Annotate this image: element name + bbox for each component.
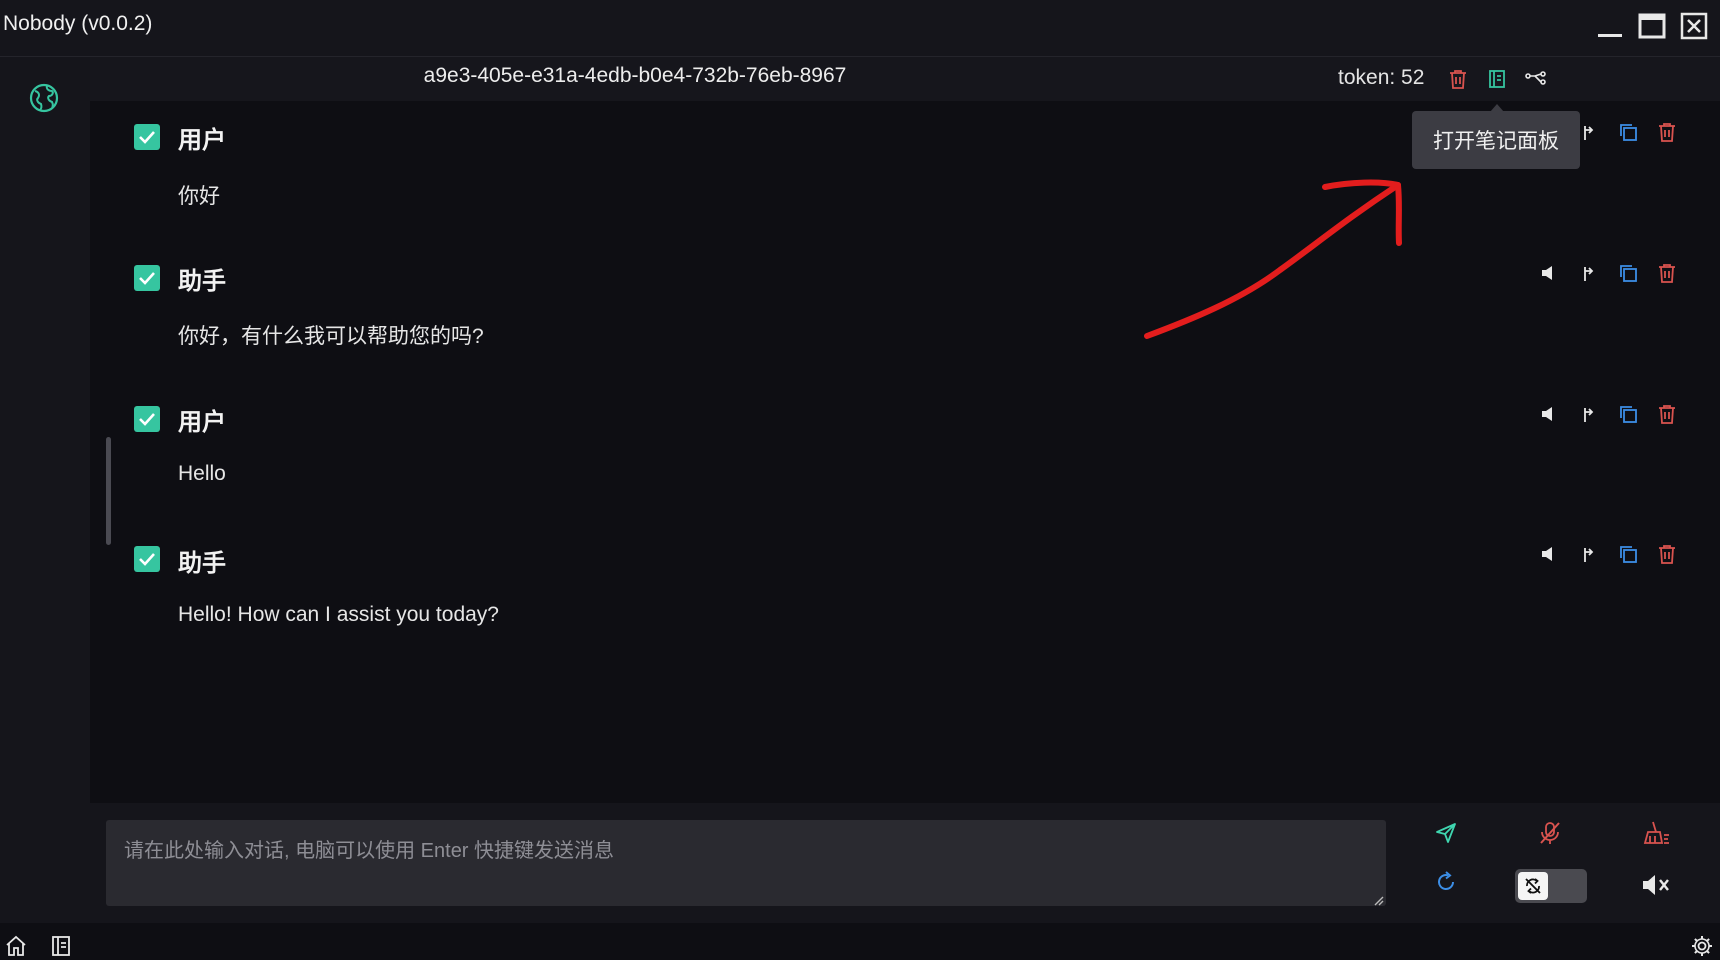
globe-icon: [29, 83, 59, 113]
sidebar: [0, 57, 90, 923]
message-role: 用户: [178, 409, 226, 436]
speak-message-button[interactable]: [1535, 260, 1561, 286]
refresh-icon: [1438, 871, 1454, 890]
send-icon: [1436, 823, 1456, 843]
delete-message-button[interactable]: [1654, 541, 1680, 567]
speaker-icon: [1542, 266, 1552, 280]
delete-message-button[interactable]: [1654, 260, 1680, 286]
check-icon: [139, 413, 155, 426]
toggle-knob[interactable]: [1518, 872, 1548, 900]
mute-button[interactable]: [1638, 867, 1674, 903]
message-content: 你好，有什么我可以帮助您的吗?: [178, 325, 484, 348]
tooltip: 打开笔记面板: [1412, 111, 1580, 169]
resize-grip-icon[interactable]: [1372, 894, 1384, 906]
fork-icon: [1584, 548, 1594, 562]
trash-icon: [1659, 123, 1675, 142]
copy-message-button[interactable]: [1615, 119, 1641, 145]
trash-icon: [1659, 405, 1675, 424]
copy-message-button[interactable]: [1615, 541, 1641, 567]
open-notes-button[interactable]: [1485, 67, 1509, 91]
trash-icon: [1659, 545, 1675, 564]
copy-message-button[interactable]: [1615, 401, 1641, 427]
copy-icon: [1620, 406, 1637, 423]
message-select-checkbox[interactable]: [134, 546, 160, 572]
share-icon: [1525, 71, 1546, 85]
check-icon: [139, 272, 155, 285]
title-bar: [0, 0, 1720, 57]
send-button[interactable]: [1428, 815, 1464, 851]
bottom-bar: [0, 923, 1720, 960]
maximize-icon: [1638, 13, 1666, 39]
message-select-checkbox[interactable]: [134, 265, 160, 291]
message-content: 你好: [178, 185, 220, 208]
share-button[interactable]: [1524, 67, 1548, 91]
fork-message-button[interactable]: [1576, 541, 1602, 567]
message-role: 用户: [178, 127, 226, 154]
check-icon: [139, 131, 155, 144]
close-icon: [1680, 12, 1708, 40]
check-icon: [139, 553, 155, 566]
message-content: Hello: [178, 462, 226, 485]
broom-icon: [1643, 821, 1669, 844]
microphone-off-icon: [1540, 822, 1560, 844]
annotation-arrow: [1144, 179, 1402, 339]
trash-icon: [1450, 70, 1466, 89]
message-role: 助手: [178, 550, 226, 577]
message-role: 助手: [178, 268, 226, 295]
copy-icon: [1620, 124, 1637, 141]
speak-message-button[interactable]: [1535, 401, 1561, 427]
speaker-icon: [1542, 547, 1552, 561]
message-select-checkbox[interactable]: [134, 124, 160, 150]
volume-mute-icon: [1643, 875, 1669, 895]
trash-icon: [1659, 264, 1675, 283]
app-title: Nobody (v0.0.2): [3, 12, 153, 35]
copy-message-button[interactable]: [1615, 260, 1641, 286]
speak-message-button[interactable]: [1535, 541, 1561, 567]
message-select-checkbox[interactable]: [134, 406, 160, 432]
maximize-button[interactable]: [1632, 6, 1672, 46]
close-button[interactable]: [1674, 6, 1714, 46]
clear-conversation-button[interactable]: [1446, 67, 1470, 91]
message-content: Hello! How can I assist you today?: [178, 603, 499, 626]
speaker-icon: [1542, 407, 1552, 421]
home-icon: [6, 935, 26, 956]
session-id: a9e3-405e-e31a-4edb-b0e4-732b-76eb-8967: [423, 64, 847, 87]
globe-button[interactable]: [26, 80, 62, 116]
notebook-icon: [52, 936, 70, 956]
copy-icon: [1620, 546, 1637, 563]
delete-message-button[interactable]: [1654, 119, 1680, 145]
chat-input[interactable]: [106, 820, 1386, 906]
fork-icon: [1584, 267, 1594, 281]
fork-icon: [1584, 408, 1594, 422]
minimize-icon: [1598, 34, 1622, 37]
delete-message-button[interactable]: [1654, 401, 1680, 427]
settings-button[interactable]: [1689, 933, 1715, 959]
regenerate-button[interactable]: [1428, 864, 1464, 900]
gear-icon: [1692, 936, 1712, 956]
minimize-button[interactable]: [1590, 6, 1630, 46]
notes-button[interactable]: [48, 933, 74, 959]
copy-icon: [1620, 265, 1637, 282]
scrollbar-thumb[interactable]: [106, 437, 111, 545]
microphone-button[interactable]: [1532, 815, 1568, 851]
sync-off-icon: [1525, 878, 1541, 894]
token-count: token: 52: [1338, 66, 1425, 89]
notebook-icon: [1489, 70, 1505, 88]
tooltip-text: 打开笔记面板: [1433, 130, 1559, 153]
fork-message-button[interactable]: [1576, 401, 1602, 427]
fork-icon: [1584, 126, 1594, 140]
home-button[interactable]: [3, 933, 29, 959]
fork-message-button[interactable]: [1576, 260, 1602, 286]
clear-input-button[interactable]: [1638, 815, 1674, 851]
